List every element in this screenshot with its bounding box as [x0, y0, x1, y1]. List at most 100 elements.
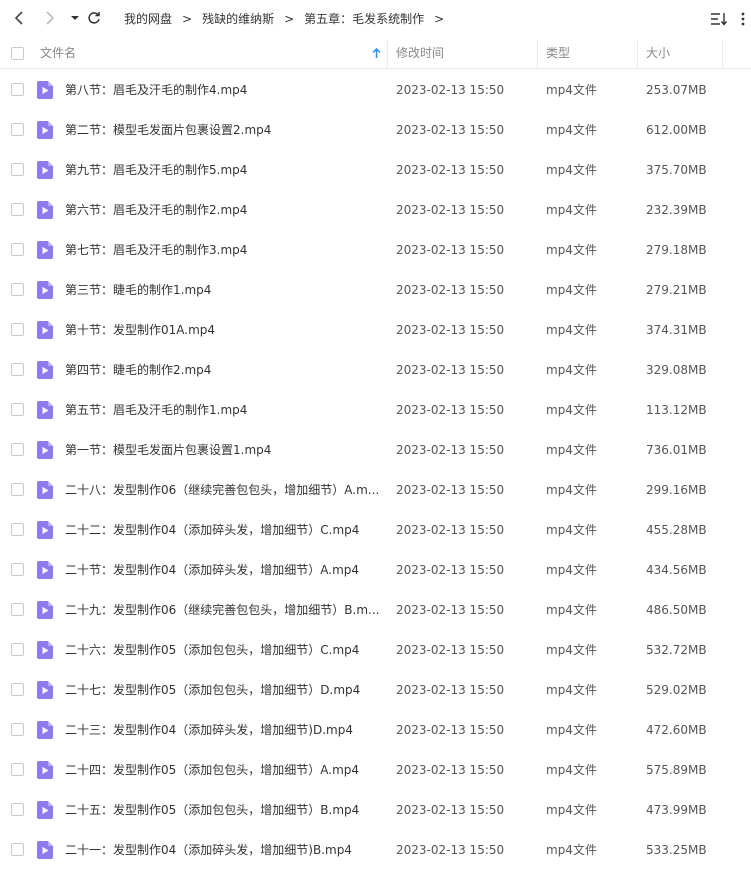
- file-row[interactable]: 二十七：发型制作05（添加包包头，增加细节）D.mp4 2023-02-13 15…: [0, 670, 751, 710]
- file-name[interactable]: 二十三：发型制作04（添加碎头发，增加细节)D.mp4: [65, 710, 383, 750]
- video-file-icon: [37, 401, 53, 419]
- file-row[interactable]: 二十二：发型制作04（添加碎头发，增加细节）C.mp4 2023-02-13 15…: [0, 510, 751, 550]
- column-header: 文件名 修改时间 类型 大小: [0, 38, 751, 69]
- file-name[interactable]: 第七节：眉毛及汗毛的制作3.mp4: [65, 230, 383, 270]
- file-row[interactable]: 第八节：眉毛及汗毛的制作4.mp4 2023-02-13 15:50 mp4文件 25…: [0, 70, 751, 110]
- file-type: mp4文件: [546, 643, 597, 657]
- breadcrumb-item[interactable]: 我的网盘: [124, 10, 172, 27]
- file-row[interactable]: 第五节：眉毛及汗毛的制作1.mp4 2023-02-13 15:50 mp4文件 11…: [0, 390, 751, 430]
- column-divider[interactable]: [722, 40, 723, 68]
- row-checkbox[interactable]: [11, 803, 24, 816]
- file-size: 533.25MB: [646, 843, 707, 857]
- column-type[interactable]: 类型: [546, 38, 570, 68]
- file-modified: 2023-02-13 15:50: [396, 443, 505, 457]
- file-modified: 2023-02-13 15:50: [396, 723, 505, 737]
- file-row[interactable]: 第九节：眉毛及汗毛的制作5.mp4 2023-02-13 15:50 mp4文件 37…: [0, 150, 751, 190]
- row-checkbox[interactable]: [11, 483, 24, 496]
- row-checkbox[interactable]: [11, 163, 24, 176]
- file-modified: 2023-02-13 15:50: [396, 643, 505, 657]
- file-name[interactable]: 二十七：发型制作05（添加包包头，增加细节）D.mp4: [65, 670, 383, 710]
- row-checkbox[interactable]: [11, 283, 24, 296]
- breadcrumb-item[interactable]: 残缺的维纳斯: [202, 10, 274, 27]
- file-type: mp4文件: [546, 723, 597, 737]
- file-size: 253.07MB: [646, 83, 707, 97]
- row-checkbox[interactable]: [11, 363, 24, 376]
- file-name[interactable]: 第三节：睫毛的制作1.mp4: [65, 270, 383, 310]
- file-name[interactable]: 二十四：发型制作05（添加包包头，增加细节）A.mp4: [65, 750, 383, 790]
- file-type: mp4文件: [546, 843, 597, 857]
- file-name[interactable]: 二十五：发型制作05（添加包包头，增加细节）B.mp4: [65, 790, 383, 830]
- row-checkbox[interactable]: [11, 83, 24, 96]
- file-modified: 2023-02-13 15:50: [396, 803, 505, 817]
- file-row[interactable]: 二十五：发型制作05（添加包包头，增加细节）B.mp4 2023-02-13 15…: [0, 790, 751, 830]
- row-checkbox[interactable]: [11, 403, 24, 416]
- file-name[interactable]: 第八节：眉毛及汗毛的制作4.mp4: [65, 70, 383, 110]
- sort-button[interactable]: [708, 8, 730, 30]
- back-button[interactable]: [9, 7, 31, 29]
- row-checkbox[interactable]: [11, 443, 24, 456]
- file-name[interactable]: 二十六：发型制作05（添加包包头，增加细节）C.mp4: [65, 630, 383, 670]
- file-name[interactable]: 第四节：睫毛的制作2.mp4: [65, 350, 383, 390]
- file-modified: 2023-02-13 15:50: [396, 323, 505, 337]
- file-size: 455.28MB: [646, 523, 707, 537]
- file-row[interactable]: 二十三：发型制作04（添加碎头发，增加细节)D.mp4 2023-02-13 15…: [0, 710, 751, 750]
- column-name[interactable]: 文件名: [40, 38, 76, 68]
- file-row[interactable]: 第三节：睫毛的制作1.mp4 2023-02-13 15:50 mp4文件 279.2…: [0, 270, 751, 310]
- file-name[interactable]: 第六节：眉毛及汗毛的制作2.mp4: [65, 190, 383, 230]
- file-name[interactable]: 二十九：发型制作06（继续完善包包头，增加细节）B.m...: [65, 590, 383, 630]
- breadcrumb-separator: >: [284, 11, 295, 26]
- file-row[interactable]: 二十八：发型制作06（继续完善包包头，增加细节）A.m... 2023-02-13…: [0, 470, 751, 510]
- file-name[interactable]: 第九节：眉毛及汗毛的制作5.mp4: [65, 150, 383, 190]
- row-checkbox[interactable]: [11, 723, 24, 736]
- row-checkbox[interactable]: [11, 563, 24, 576]
- file-row[interactable]: 二十一：发型制作04（添加碎头发，增加细节)B.mp4 2023-02-13 15…: [0, 830, 751, 870]
- file-row[interactable]: 二十四：发型制作05（添加包包头，增加细节）A.mp4 2023-02-13 15…: [0, 750, 751, 790]
- file-row[interactable]: 第四节：睫毛的制作2.mp4 2023-02-13 15:50 mp4文件 329.0…: [0, 350, 751, 390]
- file-row[interactable]: 二十九：发型制作06（继续完善包包头，增加细节）B.m... 2023-02-13…: [0, 590, 751, 630]
- file-row[interactable]: 第一节：模型毛发面片包裹设置1.mp4 2023-02-13 15:50 mp4文件…: [0, 430, 751, 470]
- forward-button[interactable]: [38, 7, 60, 29]
- file-row[interactable]: 第二节：模型毛发面片包裹设置2.mp4 2023-02-13 15:50 mp4文件…: [0, 110, 751, 150]
- file-row[interactable]: 第十节：发型制作01A.mp4 2023-02-13 15:50 mp4文件 374.…: [0, 310, 751, 350]
- row-checkbox[interactable]: [11, 763, 24, 776]
- video-file-icon: [37, 121, 53, 139]
- row-checkbox[interactable]: [11, 123, 24, 136]
- column-divider[interactable]: [537, 40, 538, 68]
- file-name[interactable]: 二十节：发型制作04（添加碎头发，增加细节）A.mp4: [65, 550, 383, 590]
- file-modified: 2023-02-13 15:50: [396, 683, 505, 697]
- row-checkbox[interactable]: [11, 523, 24, 536]
- column-divider[interactable]: [387, 40, 388, 68]
- row-checkbox[interactable]: [11, 603, 24, 616]
- column-size[interactable]: 大小: [646, 38, 670, 68]
- file-size: 532.72MB: [646, 643, 707, 657]
- video-file-icon: [37, 601, 53, 619]
- file-modified: 2023-02-13 15:50: [396, 563, 505, 577]
- file-name[interactable]: 第二节：模型毛发面片包裹设置2.mp4: [65, 110, 383, 150]
- file-size: 375.70MB: [646, 163, 707, 177]
- row-checkbox[interactable]: [11, 683, 24, 696]
- row-checkbox[interactable]: [11, 643, 24, 656]
- file-row[interactable]: 第七节：眉毛及汗毛的制作3.mp4 2023-02-13 15:50 mp4文件 27…: [0, 230, 751, 270]
- video-file-icon: [37, 441, 53, 459]
- row-checkbox[interactable]: [11, 243, 24, 256]
- file-row[interactable]: 二十节：发型制作04（添加碎头发，增加细节）A.mp4 2023-02-13 15…: [0, 550, 751, 590]
- row-checkbox[interactable]: [11, 323, 24, 336]
- file-name[interactable]: 二十八：发型制作06（继续完善包包头，增加细节）A.m...: [65, 470, 383, 510]
- row-checkbox[interactable]: [11, 843, 24, 856]
- select-all-checkbox[interactable]: [11, 47, 24, 60]
- column-divider[interactable]: [637, 40, 638, 68]
- file-modified: 2023-02-13 15:50: [396, 203, 505, 217]
- column-modified[interactable]: 修改时间: [396, 38, 444, 68]
- refresh-button[interactable]: [83, 7, 105, 29]
- breadcrumb-item[interactable]: 第五章：毛发系统制作: [304, 10, 424, 27]
- file-name[interactable]: 第五节：眉毛及汗毛的制作1.mp4: [65, 390, 383, 430]
- file-row[interactable]: 第六节：眉毛及汗毛的制作2.mp4 2023-02-13 15:50 mp4文件 23…: [0, 190, 751, 230]
- file-row[interactable]: 二十六：发型制作05（添加包包头，增加细节）C.mp4 2023-02-13 15…: [0, 630, 751, 670]
- file-name[interactable]: 第一节：模型毛发面片包裹设置1.mp4: [65, 430, 383, 470]
- file-name[interactable]: 二十一：发型制作04（添加碎头发，增加细节)B.mp4: [65, 830, 383, 870]
- more-button[interactable]: [736, 8, 750, 30]
- row-checkbox[interactable]: [11, 203, 24, 216]
- file-name[interactable]: 二十二：发型制作04（添加碎头发，增加细节）C.mp4: [65, 510, 383, 550]
- file-type: mp4文件: [546, 523, 597, 537]
- file-name[interactable]: 第十节：发型制作01A.mp4: [65, 310, 383, 350]
